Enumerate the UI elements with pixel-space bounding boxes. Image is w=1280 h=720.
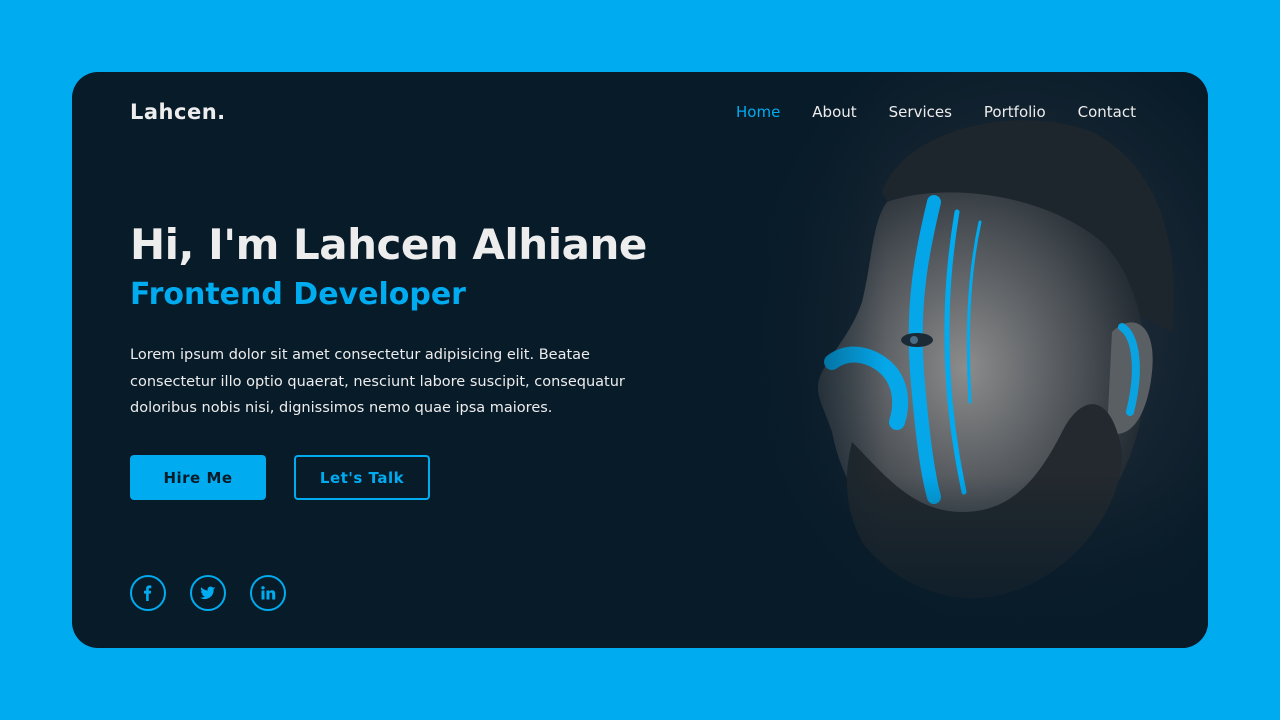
hero-card: Lahcen. Home About Services Portfolio Co… [72, 72, 1208, 648]
hire-me-button[interactable]: Hire Me [130, 455, 266, 500]
hero-subhead: Frontend Developer [130, 277, 466, 312]
lets-talk-button[interactable]: Let's Talk [294, 455, 430, 500]
site-logo[interactable]: Lahcen. [130, 100, 226, 124]
main-nav: Home About Services Portfolio Contact [736, 103, 1136, 121]
nav-item-portfolio[interactable]: Portfolio [984, 103, 1046, 121]
hero-bio: Lorem ipsum dolor sit amet consectetur a… [130, 347, 625, 416]
nav-item-services[interactable]: Services [889, 103, 952, 121]
portrait-image [712, 72, 1208, 648]
facebook-icon[interactable] [130, 575, 166, 611]
hero-headline: Hi, I'm Lahcen Alhiane [130, 220, 647, 269]
nav-item-about[interactable]: About [812, 103, 856, 121]
nav-item-home[interactable]: Home [736, 103, 780, 121]
linkedin-icon[interactable] [250, 575, 286, 611]
nav-item-contact[interactable]: Contact [1078, 103, 1136, 121]
twitter-icon[interactable] [190, 575, 226, 611]
social-links [130, 575, 286, 611]
